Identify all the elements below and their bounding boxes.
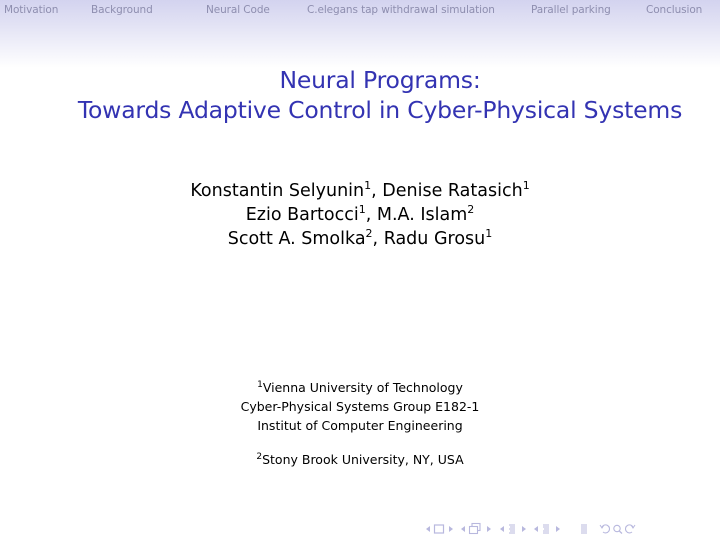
section-icon[interactable]	[507, 522, 517, 536]
affiliations: 1Vienna University of Technology Cyber-P…	[0, 378, 720, 469]
section-prev-arrow-icon[interactable]	[499, 522, 505, 536]
document-icon[interactable]	[579, 522, 589, 536]
section-navigation: Motivation Background Neural Code C.eleg…	[0, 4, 720, 18]
frame-icon[interactable]	[433, 522, 445, 536]
author-separator: ,	[372, 229, 384, 249]
nav-item-conclusion[interactable]: Conclusion	[646, 4, 702, 16]
author-line-2: Ezio Bartocci1, M.A. Islam2	[0, 203, 720, 227]
author-name: M.A. Islam	[376, 205, 468, 225]
affiliation-2-line-1: 2Stony Brook University, NY, USA	[0, 450, 720, 469]
nav-item-neural-code[interactable]: Neural Code	[206, 4, 270, 16]
subsection-next-arrow-icon[interactable]	[486, 522, 492, 536]
nav-item-background[interactable]: Background	[91, 4, 153, 16]
affiliation-1-line-2: Cyber-Physical Systems Group E182-1	[240, 399, 480, 414]
author-name: Konstantin Selyunin	[190, 181, 365, 201]
nav-item-motivation[interactable]: Motivation	[4, 4, 58, 16]
affiliation-mark: 1	[522, 179, 530, 192]
author-name: Scott A. Smolka	[227, 229, 366, 249]
author-name: Radu Grosu	[383, 229, 486, 249]
beamer-navigation-symbols	[0, 522, 720, 536]
slide-title: Neural Programs: Towards Adaptive Contro…	[0, 65, 720, 125]
affiliation-1-line-3: Institut of Computer Engineering	[257, 418, 463, 433]
author-list: Konstantin Selyunin1, Denise Ratasich1 E…	[0, 179, 720, 251]
title-line-1: Neural Programs:	[279, 66, 481, 94]
nav-item-parallel-parking[interactable]: Parallel parking	[531, 4, 611, 16]
author-separator: ,	[365, 205, 377, 225]
author-name: Ezio Bartocci	[245, 205, 359, 225]
back-icon[interactable]	[599, 522, 611, 536]
affiliation-mark: 2	[365, 227, 373, 240]
nav-item-celegans[interactable]: C.elegans tap withdrawal simulation	[307, 4, 495, 16]
section-next-arrow-icon[interactable]	[521, 522, 527, 536]
subsection-icon[interactable]	[468, 522, 482, 536]
affiliation-mark: 2	[467, 203, 475, 216]
author-line-3: Scott A. Smolka2, Radu Grosu1	[0, 227, 720, 251]
forward-icon[interactable]	[624, 522, 636, 536]
section-group-icon[interactable]	[541, 522, 551, 536]
search-icon[interactable]	[612, 522, 624, 536]
frame-prev-arrow-icon[interactable]	[425, 522, 431, 536]
author-separator: ,	[371, 181, 383, 201]
affiliation-mark: 1	[358, 203, 366, 216]
affiliation-1-name: Vienna University of Technology	[262, 380, 463, 395]
subsection-prev-arrow-icon[interactable]	[460, 522, 466, 536]
affiliation-mark: 1	[485, 227, 493, 240]
frame-next-arrow-icon[interactable]	[448, 522, 454, 536]
affiliation-2-name: Stony Brook University, NY, USA	[262, 452, 464, 467]
title-line-2: Towards Adaptive Control in Cyber-Physic…	[77, 96, 683, 124]
section-group-prev-arrow-icon[interactable]	[533, 522, 539, 536]
header-bar: Motivation Background Neural Code C.eleg…	[0, 0, 720, 68]
author-line-1: Konstantin Selyunin1, Denise Ratasich1	[0, 179, 720, 203]
section-group-next-arrow-icon[interactable]	[555, 522, 561, 536]
author-name: Denise Ratasich	[382, 181, 523, 201]
affiliation-1-line-1: 1Vienna University of Technology	[0, 378, 720, 397]
